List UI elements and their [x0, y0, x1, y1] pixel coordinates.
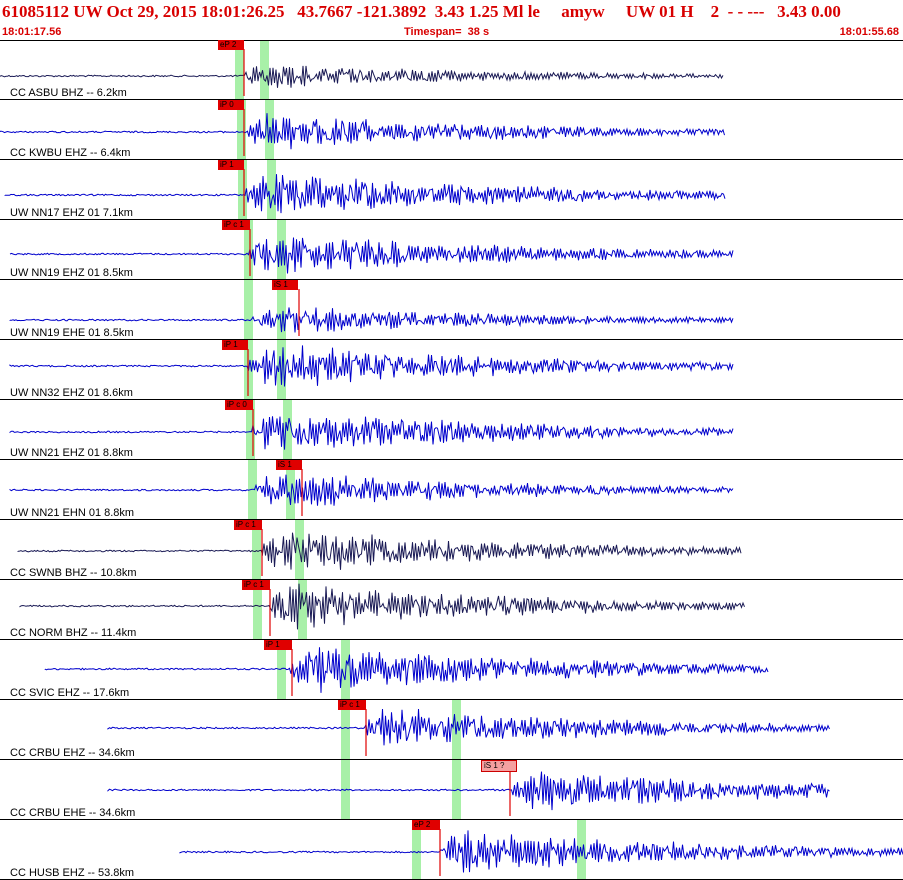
event-title: 61085112 UW Oct 29, 2015 18:01:26.25 43.…: [2, 2, 841, 21]
waveform-trace: [44, 647, 769, 693]
trace-station-label: CC CRBU EHZ -- 34.6km: [10, 747, 135, 759]
waveform-trace: [0, 113, 725, 150]
header-bar: 61085112 UW Oct 29, 2015 18:01:26.25 43.…: [0, 0, 903, 40]
phase-window-band: [277, 220, 286, 280]
end-time: 18:01:55.68: [839, 26, 899, 38]
phase-pick-label[interactable]: iP c 1: [338, 700, 366, 710]
trace-station-label: CC CRBU EHE -- 34.6km: [10, 807, 136, 819]
waveform-trace: [19, 583, 745, 630]
phase-pick-label[interactable]: iS 1: [276, 460, 302, 470]
trace-station-label: UW NN21 EHZ 01 8.8km: [10, 447, 133, 459]
trace-station-label: CC HUSB EHZ -- 53.8km: [10, 867, 135, 879]
timespan-label: Timespan= 38 s: [404, 26, 490, 38]
waveform-trace: [179, 830, 903, 873]
waveform-trace: [9, 416, 734, 450]
phase-pick-label[interactable]: iP 1: [218, 160, 244, 170]
phase-pick-label[interactable]: iP 1: [264, 640, 292, 650]
waveform-trace: [9, 345, 734, 387]
seismogram-panel[interactable]: CC ASBU BHZ -- 6.2km eP 2 CC KWBU EHZ -- 6…: [0, 40, 903, 880]
waveform-trace: [9, 474, 734, 506]
phase-window-band: [244, 280, 253, 340]
phase-pick-label[interactable]: iP c 1: [242, 580, 270, 590]
waveform-trace: [107, 771, 830, 811]
phase-pick-label[interactable]: eP 2: [412, 820, 440, 830]
phase-pick-label[interactable]: iS 1: [272, 280, 298, 290]
trace-station-label: CC NORM BHZ -- 11.4km: [10, 627, 137, 639]
waveform-trace: [0, 65, 724, 88]
start-time: 18:01:17.56: [2, 26, 62, 38]
phase-pick-label[interactable]: iP c 1: [234, 520, 262, 530]
waveform-trace: [107, 708, 830, 746]
trace-station-label: CC SVIC EHZ -- 17.6km: [10, 687, 130, 699]
trace-station-label: UW NN32 EHZ 01 8.6km: [10, 387, 133, 399]
trace-station-label: UW NN21 EHN 01 8.8km: [10, 507, 135, 519]
phase-pick-label[interactable]: iS 1 ?: [481, 760, 517, 772]
trace-station-label: CC ASBU BHZ -- 6.2km: [10, 87, 127, 99]
phase-pick-label[interactable]: iP 1: [222, 340, 248, 350]
phase-pick-label[interactable]: iP c 0: [225, 400, 253, 410]
trace-station-label: UW NN19 EHE 01 8.5km: [10, 327, 134, 339]
waveform-trace: [17, 532, 742, 570]
phase-window-band: [267, 160, 276, 220]
waveform-canvas[interactable]: [0, 40, 903, 880]
phase-window-band: [260, 40, 269, 100]
trace-station-label: CC KWBU EHZ -- 6.4km: [10, 147, 131, 159]
phase-pick-label[interactable]: eP 2: [218, 40, 244, 50]
trace-station-label: UW NN19 EHZ 01 8.5km: [10, 267, 133, 279]
phase-pick-label[interactable]: iP c 1: [222, 220, 250, 230]
trace-station-label: UW NN17 EHZ 01 7.1km: [10, 207, 133, 219]
trace-station-label: CC SWNB BHZ -- 10.8km: [10, 567, 137, 579]
phase-pick-label[interactable]: iP 0: [218, 100, 244, 110]
